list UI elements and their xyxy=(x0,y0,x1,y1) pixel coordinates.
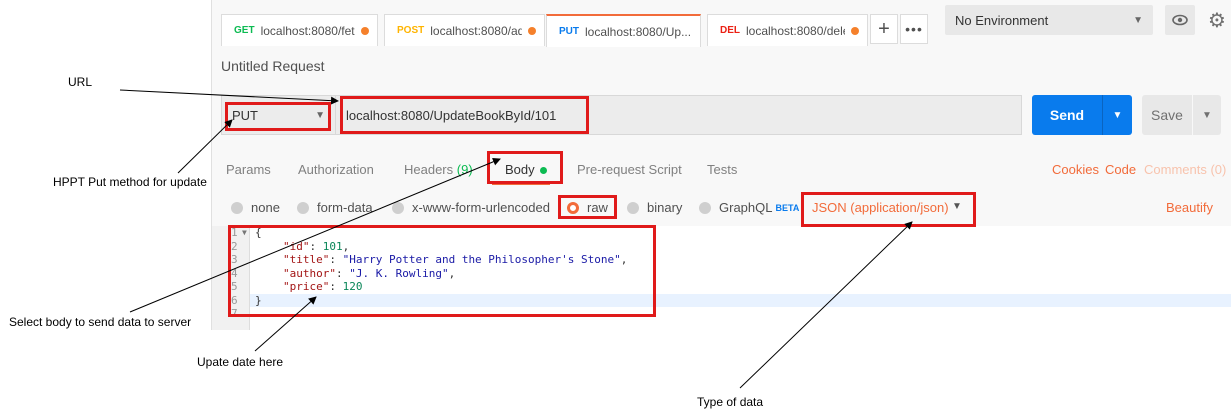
comments-link[interactable]: Comments (0) xyxy=(1144,162,1226,177)
radio-label: form-data xyxy=(317,200,373,215)
tab-method-label: PUT xyxy=(559,26,579,37)
tab-headers-label: Headers xyxy=(404,162,454,177)
body-tab-highlight-box xyxy=(487,151,563,184)
tab-tests[interactable]: Tests xyxy=(707,162,737,177)
tab-headers[interactable]: Headers (9) xyxy=(404,162,473,177)
tab-authorization[interactable]: Authorization xyxy=(298,162,374,177)
request-tab-put[interactable]: PUT localhost:8080/Up... xyxy=(546,14,701,47)
radio-icon xyxy=(627,201,639,214)
save-options-chevron-down-icon[interactable]: ▼ xyxy=(1193,95,1221,135)
annotation-method: HPPT Put method for update xyxy=(53,175,207,189)
radio-icon xyxy=(297,201,309,214)
radio-label: x-www-form-urlencoded xyxy=(412,200,550,215)
body-type-graphql-radio[interactable]: GraphQL BETA xyxy=(699,200,799,215)
cookies-link[interactable]: Cookies xyxy=(1052,162,1099,177)
environment-select[interactable]: No Environment ▼ xyxy=(945,5,1153,35)
request-tab-del[interactable]: DEL localhost:8080/dele... xyxy=(707,14,868,46)
tab-url-label: localhost:8080/ad... xyxy=(430,23,522,38)
gear-icon[interactable]: ⚙ xyxy=(1202,5,1231,35)
unsaved-dot-icon xyxy=(361,26,369,35)
beautify-link[interactable]: Beautify xyxy=(1166,200,1213,215)
radio-icon xyxy=(392,201,404,214)
body-type-none-radio[interactable]: none xyxy=(231,200,280,215)
tab-url-label: localhost:8080/Up... xyxy=(585,24,692,39)
save-button[interactable]: Save xyxy=(1142,95,1192,135)
annotation-update: Upate date here xyxy=(197,355,284,369)
request-title: Untitled Request xyxy=(221,58,325,74)
annotation-body: Select body to send data to server xyxy=(9,315,192,329)
raw-highlight-box xyxy=(558,195,617,219)
url-highlight-box xyxy=(340,96,589,134)
tab-method-label: DEL xyxy=(720,25,740,36)
radio-label: binary xyxy=(647,200,683,215)
content-type-highlight-box xyxy=(801,192,976,227)
eye-icon xyxy=(1172,14,1188,26)
tab-method-label: GET xyxy=(234,25,255,36)
environment-quick-look-button[interactable] xyxy=(1165,5,1195,35)
tab-url-label: localhost:8080/dele... xyxy=(746,23,845,38)
beta-badge: BETA xyxy=(775,202,800,213)
body-type-binary-radio[interactable]: binary xyxy=(627,200,682,215)
radio-icon xyxy=(231,201,243,214)
unsaved-dot-icon xyxy=(528,26,536,35)
radio-icon xyxy=(699,201,711,214)
tab-method-label: POST xyxy=(397,25,425,36)
tab-params[interactable]: Params xyxy=(226,162,271,177)
environment-label: No Environment xyxy=(955,12,1049,28)
tab-prerequest-script[interactable]: Pre-request Script xyxy=(577,162,682,177)
editor-highlight-box xyxy=(228,225,656,317)
method-highlight-box xyxy=(225,102,331,131)
annotation-type: Type of data xyxy=(697,395,764,409)
add-tab-button[interactable]: + xyxy=(870,14,898,44)
send-options-chevron-down-icon[interactable]: ▼ xyxy=(1102,95,1132,135)
more-tabs-button[interactable]: ••• xyxy=(900,14,928,44)
request-tab-get[interactable]: GET localhost:8080/fetc... xyxy=(221,14,378,46)
request-tab-post[interactable]: POST localhost:8080/ad... xyxy=(384,14,545,46)
annotation-url: URL xyxy=(68,75,93,89)
tab-url-label: localhost:8080/fetc... xyxy=(260,23,355,38)
send-button[interactable]: Send xyxy=(1032,95,1102,135)
body-type-urlencoded-radio[interactable]: x-www-form-urlencoded xyxy=(392,200,550,215)
code-link[interactable]: Code xyxy=(1105,162,1136,177)
radio-label: none xyxy=(251,200,280,215)
unsaved-dot-icon xyxy=(851,26,859,35)
radio-label: GraphQL xyxy=(719,200,773,215)
headers-count-badge: (9) xyxy=(456,162,473,177)
body-type-form-data-radio[interactable]: form-data xyxy=(297,200,373,215)
chevron-down-icon: ▼ xyxy=(1133,14,1143,26)
